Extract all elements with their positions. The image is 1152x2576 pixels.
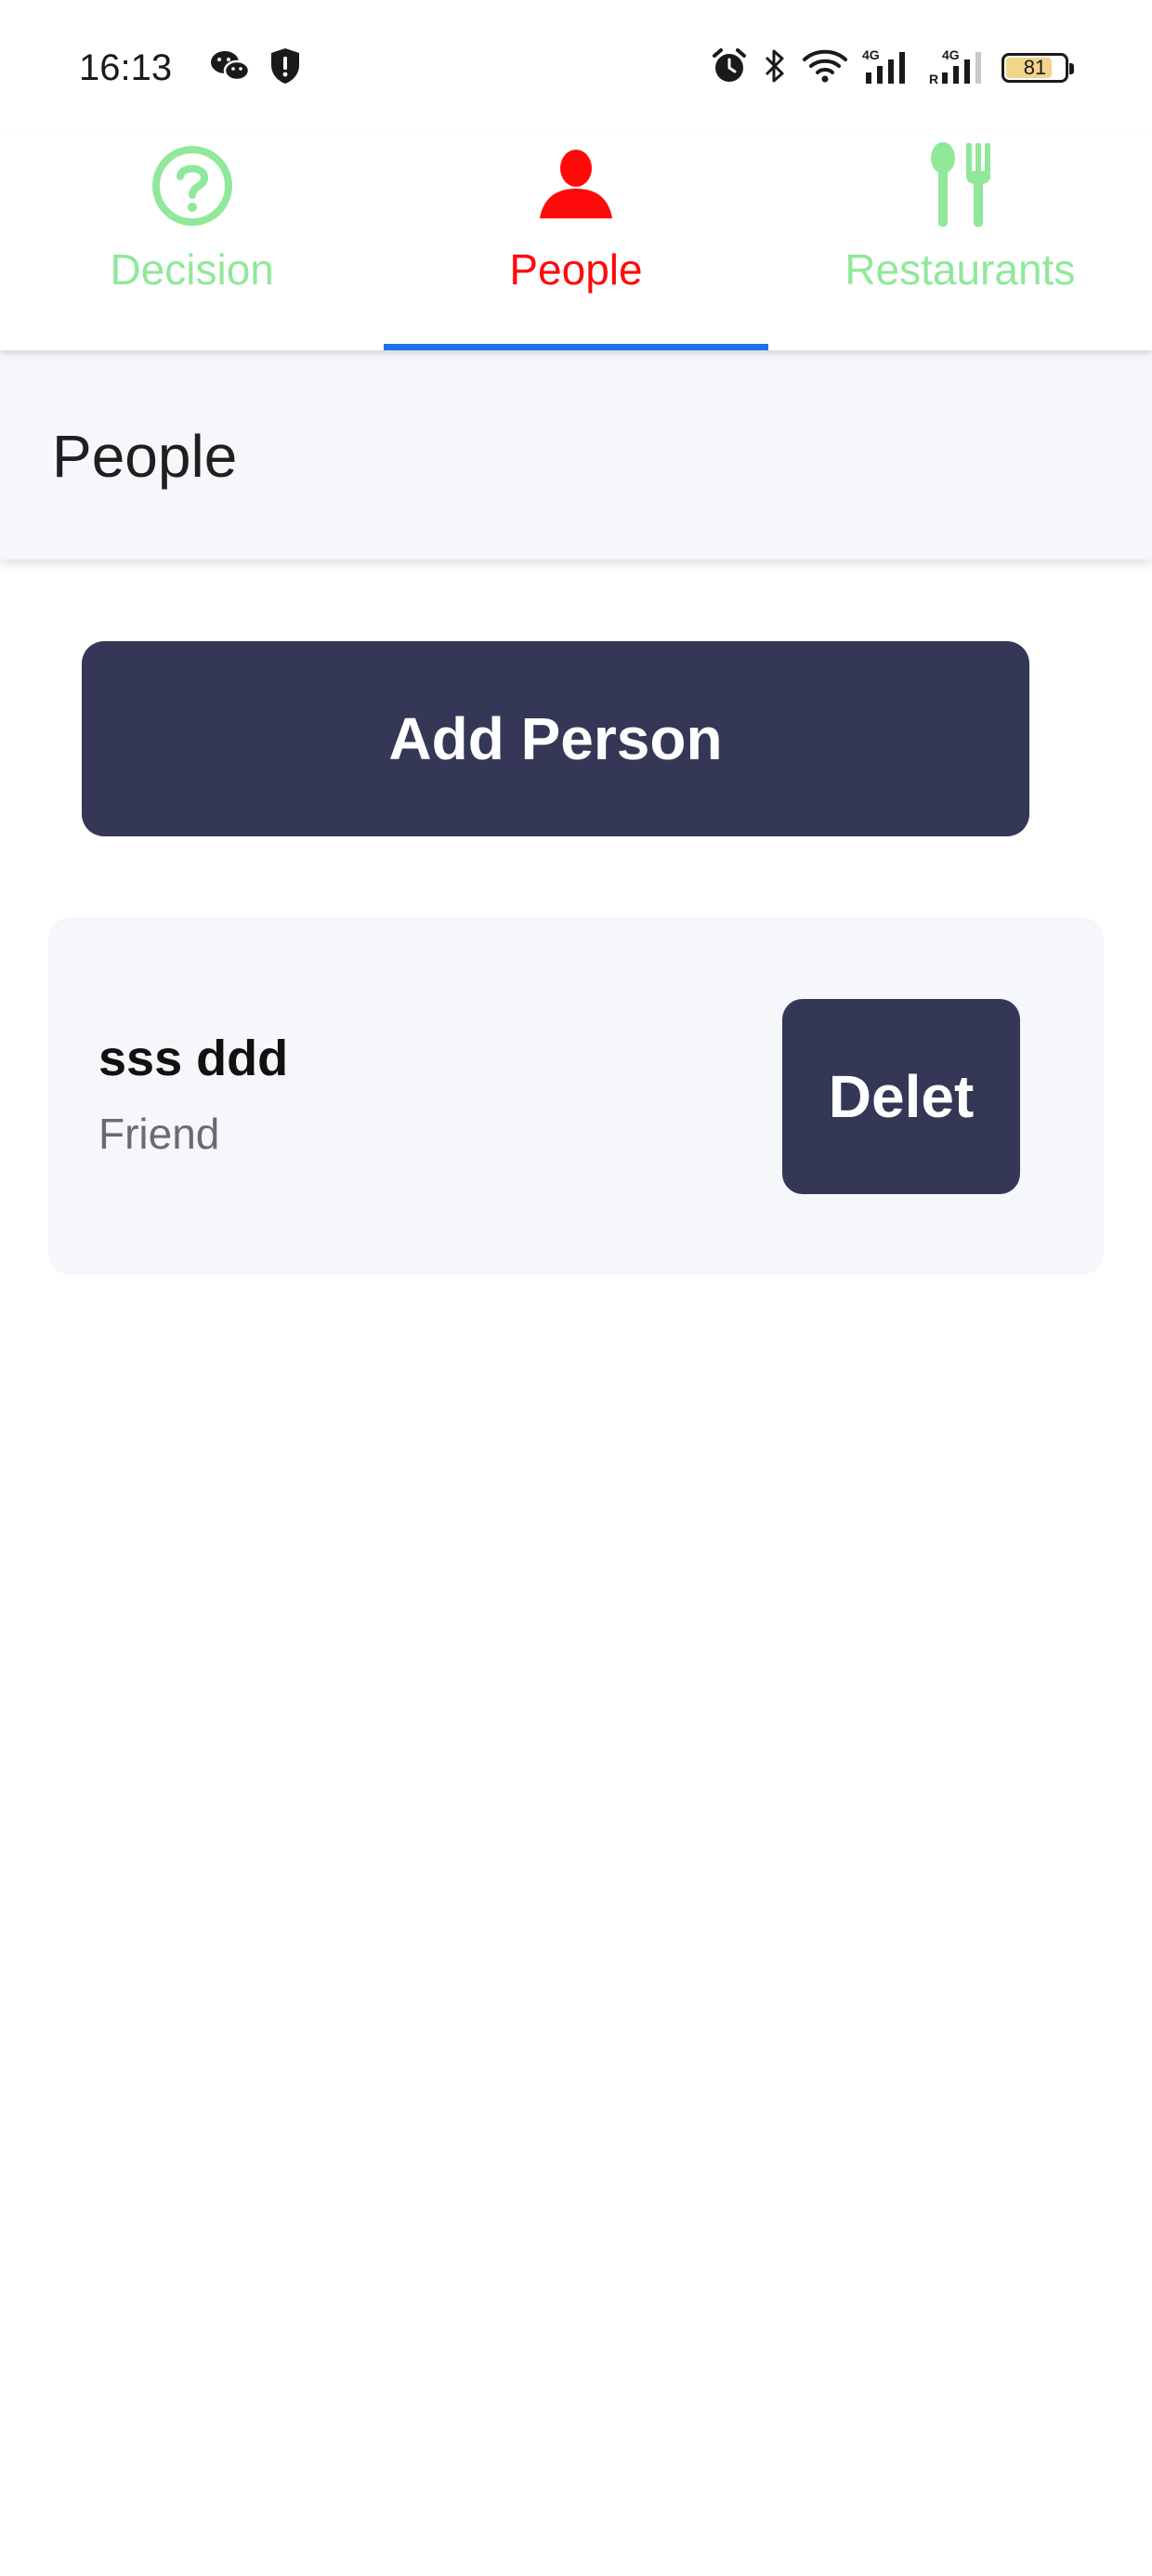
question-circle-icon bbox=[146, 139, 239, 232]
page-title: People bbox=[52, 423, 238, 490]
tab-label-decision: Decision bbox=[110, 245, 274, 294]
page-header: People bbox=[0, 350, 1152, 559]
status-time: 16:13 bbox=[79, 47, 173, 88]
battery-icon: 81 bbox=[1001, 53, 1074, 83]
tab-indicator bbox=[0, 344, 384, 350]
add-person-button[interactable]: Add Person bbox=[82, 641, 1029, 836]
battery-cap bbox=[1069, 63, 1074, 74]
alarm-icon bbox=[710, 46, 749, 90]
battery-level: 81 bbox=[1023, 56, 1047, 79]
svg-text:4G: 4G bbox=[862, 47, 880, 62]
tab-indicator bbox=[384, 344, 768, 350]
wifi-icon bbox=[801, 46, 849, 90]
tab-decision[interactable]: Decision bbox=[0, 130, 384, 350]
wechat-icon bbox=[209, 47, 252, 89]
tab-people[interactable]: People bbox=[384, 130, 768, 350]
status-bar: 16:13 4G 4G R 81 bbox=[0, 0, 1152, 139]
list-item: sss ddd Friend Delet bbox=[48, 917, 1104, 1275]
person-icon bbox=[530, 139, 622, 232]
bluetooth-icon bbox=[762, 46, 788, 90]
tab-bar: Decision People Restaurants bbox=[0, 130, 1152, 350]
signal-4g-roaming-icon: 4G R bbox=[929, 46, 988, 90]
person-name: sss ddd bbox=[98, 1031, 289, 1086]
svg-text:4G: 4G bbox=[942, 47, 960, 62]
tab-indicator bbox=[768, 344, 1152, 350]
tab-label-people: People bbox=[509, 245, 643, 294]
person-relation: Friend bbox=[98, 1110, 220, 1158]
tab-restaurants[interactable]: Restaurants bbox=[768, 130, 1152, 350]
status-right-icons: 4G 4G R 81 bbox=[710, 45, 1074, 91]
shield-icon bbox=[268, 46, 302, 90]
fork-spoon-icon bbox=[913, 139, 1006, 232]
svg-text:R: R bbox=[929, 72, 938, 85]
tab-label-restaurants: Restaurants bbox=[844, 245, 1076, 294]
signal-4g-icon: 4G bbox=[862, 46, 916, 90]
status-left-icons bbox=[209, 46, 302, 89]
delete-button[interactable]: Delet bbox=[782, 999, 1020, 1194]
